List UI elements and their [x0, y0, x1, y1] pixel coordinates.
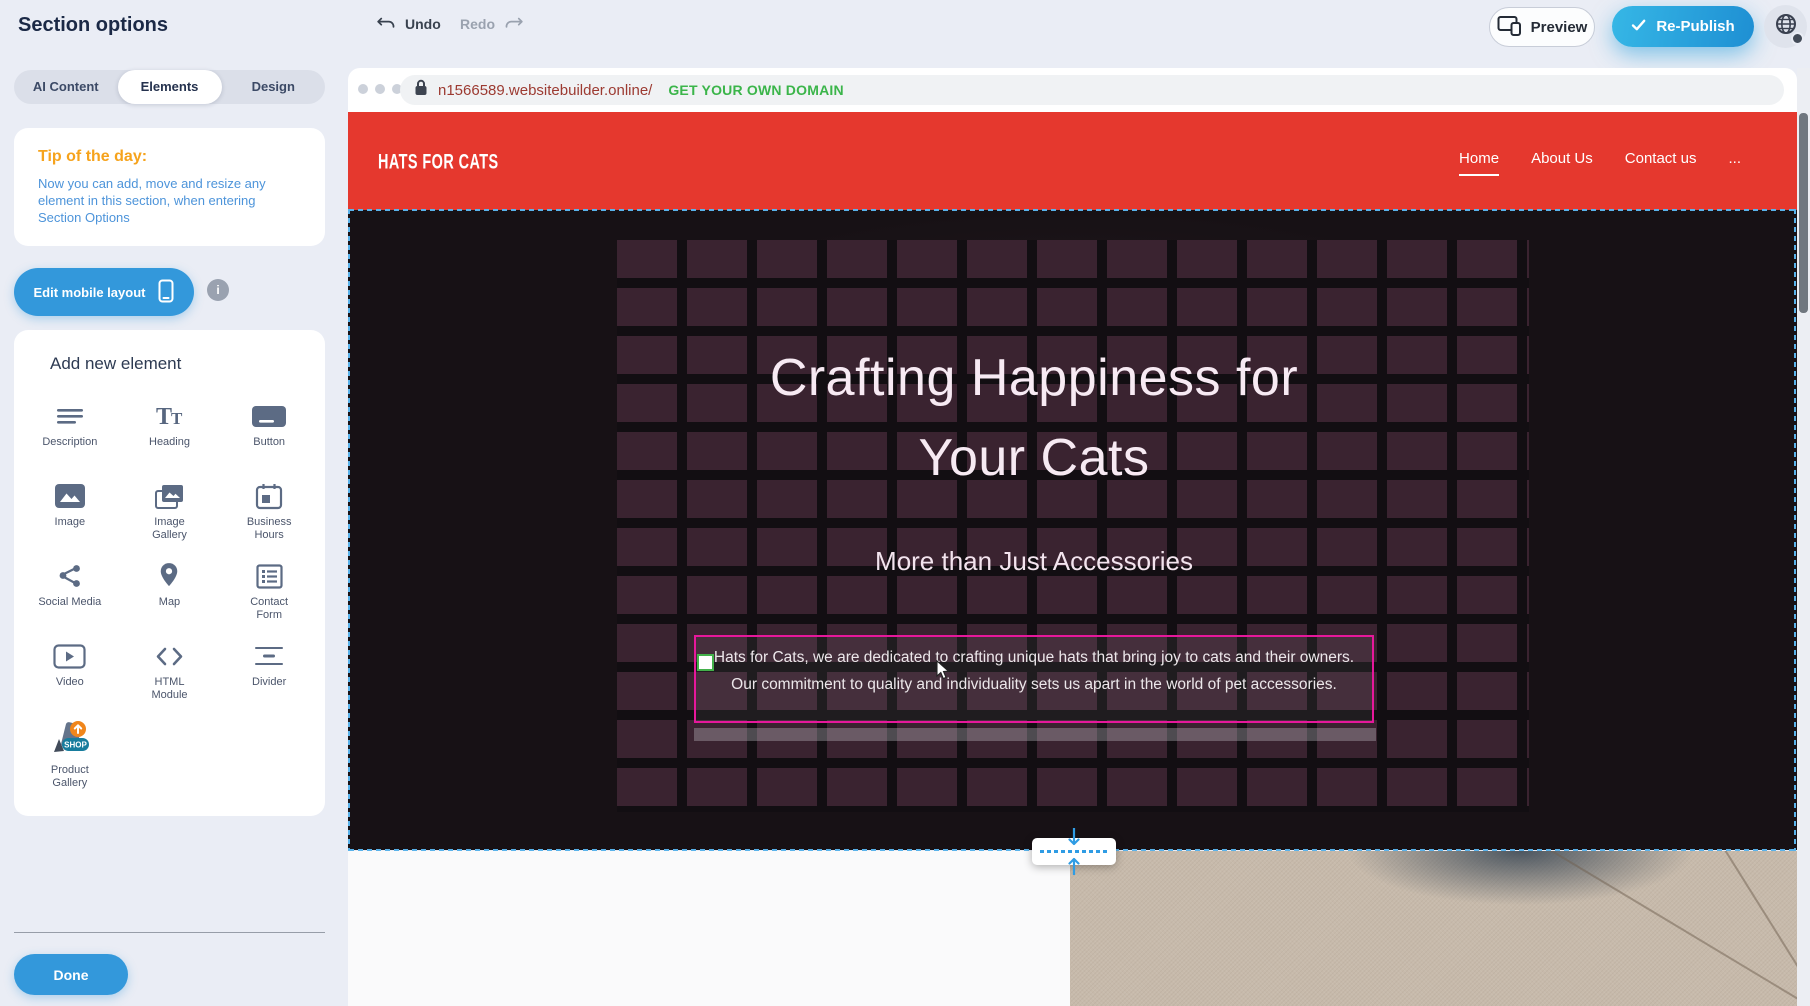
page-title: Section options — [18, 14, 168, 37]
contact-form-icon — [256, 559, 283, 593]
element-social-media[interactable]: Social Media — [20, 548, 120, 628]
svg-text:T: T — [171, 409, 183, 428]
edit-mobile-layout-button[interactable]: Edit mobile layout — [14, 268, 194, 316]
tip-title: Tip of the day: — [38, 148, 301, 166]
section-resize-handle[interactable] — [1032, 838, 1116, 865]
address-bar[interactable]: n1566589.websitebuilder.online/ GET YOUR… — [400, 75, 1784, 105]
divider-icon — [254, 639, 284, 673]
map-icon — [158, 559, 180, 593]
add-element-title: Add new element — [50, 354, 181, 374]
description-icon — [56, 399, 84, 433]
hero-heading[interactable]: Crafting Happiness for Your Cats — [348, 338, 1720, 498]
tab-design[interactable]: Design — [222, 70, 326, 104]
info-icon[interactable]: i — [207, 279, 229, 301]
tip-of-the-day-card: Tip of the day: Now you can add, move an… — [14, 128, 325, 246]
arrow-up-icon — [1068, 855, 1080, 875]
sidebar-divider — [14, 932, 325, 933]
redo-button[interactable]: Redo — [460, 15, 524, 33]
element-image[interactable]: Image — [20, 468, 120, 548]
hero-tile-pattern — [617, 240, 1529, 812]
image-icon — [54, 479, 86, 513]
next-section-background — [348, 851, 1070, 1006]
image-gallery-icon — [154, 479, 185, 513]
element-html-module[interactable]: HTML Module — [120, 628, 220, 708]
preview-button[interactable]: Preview — [1489, 7, 1595, 47]
site-url: n1566589.websitebuilder.online/ — [438, 82, 652, 99]
lock-icon — [414, 79, 428, 101]
element-divider[interactable]: Divider — [219, 628, 319, 708]
traffic-dot — [375, 84, 385, 94]
traffic-dot — [358, 84, 368, 94]
video-icon — [53, 639, 86, 673]
nav-more-ellipsis[interactable]: ... — [1728, 150, 1741, 167]
svg-text:T: T — [156, 404, 172, 429]
language-globe-button[interactable] — [1764, 5, 1807, 48]
nav-home[interactable]: Home — [1459, 150, 1499, 176]
tip-body: Now you can add, move and resize any ele… — [38, 175, 300, 226]
hero-section[interactable]: Crafting Happiness for Your Cats More th… — [348, 210, 1797, 850]
pavement-seam — [1462, 851, 1797, 1006]
arrow-down-icon — [1068, 828, 1080, 848]
section-border-top — [349, 209, 1796, 211]
section-border-left — [348, 209, 350, 851]
product-gallery-icon: SHOP — [49, 719, 91, 761]
element-map[interactable]: Map — [120, 548, 220, 628]
selected-text-element[interactable]: Hats for Cats, we are dedicated to craft… — [694, 635, 1374, 723]
site-nav: Home About Us Contact us ... — [1459, 150, 1741, 176]
element-product-gallery[interactable]: SHOP Product Gallery — [20, 708, 120, 788]
scrollbar-thumb[interactable] — [1799, 113, 1808, 313]
undo-button[interactable]: Undo — [376, 15, 441, 33]
element-contact-form[interactable]: Contact Form — [219, 548, 319, 628]
element-video[interactable]: Video — [20, 628, 120, 708]
redo-icon — [503, 15, 524, 33]
next-section-image — [1070, 851, 1797, 1006]
devices-icon — [1497, 15, 1522, 40]
browser-traffic-dots — [358, 84, 402, 94]
paragraph-line-2: Our commitment to quality and individual… — [636, 676, 1432, 694]
tab-elements[interactable]: Elements — [118, 70, 222, 104]
heading-icon: TT — [154, 399, 184, 433]
svg-text:SHOP: SHOP — [64, 741, 87, 750]
redo-label: Redo — [460, 16, 495, 32]
tab-ai-content[interactable]: AI Content — [14, 70, 118, 104]
element-grid: Description TT Heading Button Image Imag… — [20, 388, 319, 788]
undo-icon — [376, 15, 397, 33]
paragraph-line-1: Hats for Cats, we are dedicated to craft… — [636, 649, 1432, 667]
site-header: HATS FOR CATS Home About Us Contact us .… — [348, 112, 1797, 210]
preview-label: Preview — [1531, 19, 1588, 36]
resize-dashed-line — [1040, 850, 1108, 853]
element-business-hours[interactable]: Business Hours — [219, 468, 319, 548]
sidebar-tab-bar: AI Content Elements Design — [14, 70, 325, 104]
html-module-icon — [155, 639, 184, 673]
phone-icon — [158, 279, 174, 306]
button-icon — [251, 399, 287, 433]
pavement-seam — [1683, 851, 1797, 980]
hero-subtitle[interactable]: More than Just Accessories — [348, 546, 1720, 577]
republish-button[interactable]: Re-Publish — [1612, 6, 1754, 47]
edit-mobile-label: Edit mobile layout — [34, 285, 146, 300]
add-element-panel: Add new element Description TT Heading B… — [14, 330, 325, 816]
done-button[interactable]: Done — [14, 954, 128, 995]
site-logo[interactable]: HATS FOR CATS — [378, 150, 499, 175]
resize-handle-green[interactable] — [697, 654, 714, 671]
text-element-footer-strip — [694, 728, 1376, 741]
social-media-icon — [58, 559, 82, 593]
app-window: Section options Undo Redo Preview Re-Pub… — [0, 0, 1810, 1006]
element-image-gallery[interactable]: Image Gallery — [120, 468, 220, 548]
get-domain-link[interactable]: GET YOUR OWN DOMAIN — [668, 82, 843, 98]
section-border-right — [1794, 209, 1796, 851]
republish-label: Re-Publish — [1656, 18, 1734, 35]
undo-label: Undo — [405, 16, 441, 32]
business-hours-icon — [255, 479, 283, 513]
globe-status-dot — [1791, 32, 1804, 45]
nav-contact-us[interactable]: Contact us — [1625, 150, 1697, 167]
element-description[interactable]: Description — [20, 388, 120, 468]
check-icon — [1631, 18, 1646, 35]
nav-about-us[interactable]: About Us — [1531, 150, 1593, 167]
element-heading[interactable]: TT Heading — [120, 388, 220, 468]
element-button[interactable]: Button — [219, 388, 319, 468]
